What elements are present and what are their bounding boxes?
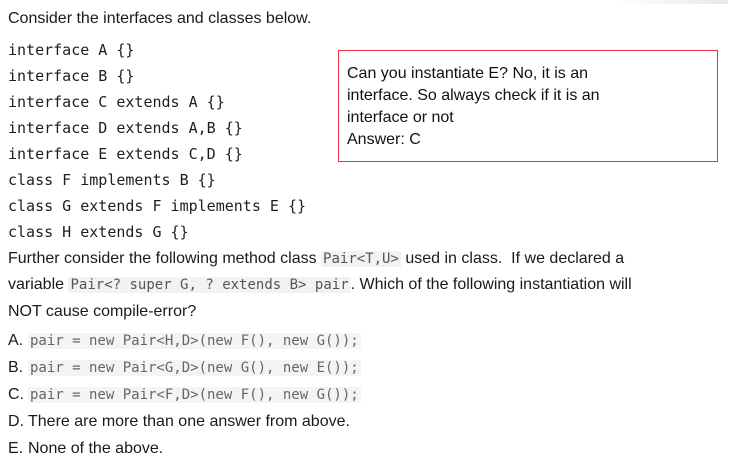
top-edge-shade: [618, 0, 728, 4]
option-b: B. pair = new Pair<G,D>(new G(), new E())…: [8, 355, 361, 381]
pair-class-code: Pair<T,U>: [321, 251, 401, 267]
option-c-letter: C.: [8, 386, 24, 403]
code-line-7: class G extends F implements E {}: [8, 197, 307, 215]
code-line-6: class F implements B {}: [8, 171, 216, 189]
code-line-1: interface A {}: [8, 41, 135, 59]
option-a-letter: A.: [8, 332, 24, 349]
code-line-5: interface E extends C,D {}: [8, 145, 243, 163]
option-b-letter: B.: [8, 359, 24, 376]
code-line-3: interface C extends A {}: [8, 93, 225, 111]
code-line-2: interface B {}: [8, 67, 135, 85]
further-1-pre: Further consider the following method cl…: [8, 250, 322, 267]
option-a: A. pair = new Pair<H,D>(new F(), new G())…: [8, 328, 361, 354]
option-d-text: There are more than one answer from abov…: [28, 413, 350, 430]
note-line-1: Can you instantiate E? No, it is an: [347, 65, 589, 82]
note-line-4: Answer: C: [347, 131, 421, 148]
further-2-post: . Which of the following instantiation w…: [350, 276, 632, 293]
further-line-1: Further consider the following method cl…: [8, 246, 624, 272]
note-line-2: interface. So always check if it is an: [347, 87, 600, 104]
question-intro: Consider the interfaces and classes belo…: [8, 10, 312, 27]
option-b-code: pair = new Pair<G,D>(new G(), new E());: [28, 360, 361, 376]
option-a-code: pair = new Pair<H,D>(new F(), new G());: [28, 333, 361, 349]
code-line-4: interface D extends A,B {}: [8, 119, 243, 137]
option-c: C. pair = new Pair<F,D>(new F(), new G())…: [8, 382, 361, 408]
option-e: E. None of the above.: [8, 436, 163, 462]
option-e-text: None of the above.: [28, 440, 164, 457]
option-d-letter: D.: [8, 413, 24, 430]
further-2-pre: variable: [8, 276, 69, 293]
option-e-letter: E.: [8, 440, 24, 457]
option-d: D. There are more than one answer from ab…: [8, 409, 350, 435]
note-line-3: interface or not: [347, 109, 454, 126]
further-line-2: variable Pair<? super G, ? extends B> pa…: [8, 272, 632, 298]
code-line-8: class H extends G {}: [8, 223, 189, 241]
further-1-post: used in class. If we declared a: [400, 250, 625, 267]
pair-variable-code: Pair<? super G, ? extends B> pair: [68, 277, 351, 293]
further-line-3: NOT cause compile-error?: [8, 303, 197, 320]
answer-note-box: Can you instantiate E? No, it is an inte…: [338, 50, 718, 162]
option-c-code: pair = new Pair<F,D>(new F(), new G());: [28, 387, 361, 403]
document-page: Consider the interfaces and classes belo…: [0, 0, 734, 467]
